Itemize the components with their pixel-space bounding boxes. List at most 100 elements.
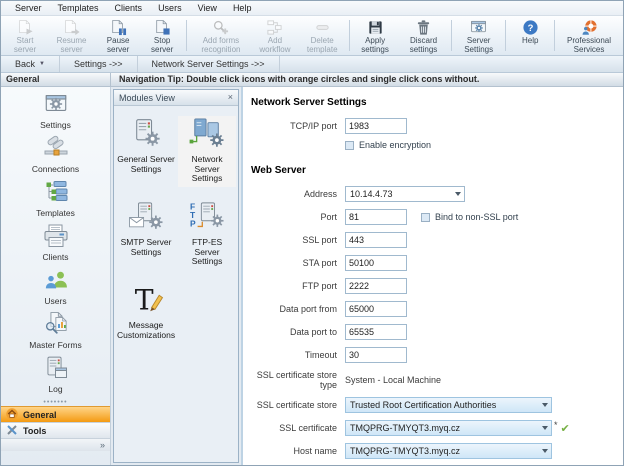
data-port-to-input[interactable] (345, 324, 407, 340)
ssl-certificate-combobox[interactable]: TMQPRG-TMYQT3.myq.cz (345, 420, 552, 436)
sidebar-splitter[interactable]: ••••••• (1, 399, 110, 406)
module-network-server-settings[interactable]: Network Server Settings (178, 116, 236, 187)
professional-services-button[interactable]: Professional Services (557, 17, 621, 54)
stop-server-button[interactable]: Stop server (140, 17, 184, 54)
module-label: Message Customizations (117, 321, 175, 341)
dropdown-arrow-icon (452, 187, 464, 201)
sidebar-item-label: Log (48, 384, 62, 394)
sidebar-item-label: Master Forms (29, 340, 81, 350)
sidebar-item-users[interactable]: Users (1, 267, 110, 311)
data-port-to-label: Data port to (251, 327, 345, 337)
host-name-value: TMQPRG-TMYQT3.myq.cz (346, 446, 539, 456)
address-row: Address 10.14.4.73 (251, 186, 623, 202)
general-server-settings-icon (127, 118, 165, 153)
sidebar-item-label: Users (44, 296, 66, 306)
help-button[interactable]: ? Help (508, 17, 552, 54)
network-server-settings-icon (188, 118, 226, 153)
bind-non-ssl-checkbox[interactable] (421, 213, 430, 222)
address-combobox[interactable]: 10.14.4.73 (345, 186, 465, 202)
sidebar-nav-general[interactable]: General (1, 406, 110, 422)
breadcrumb-settings-button[interactable]: Settings ->> (60, 56, 138, 72)
data-port-from-label: Data port from (251, 304, 345, 314)
start-server-button: Start server (3, 17, 47, 54)
toolbar-separator (349, 20, 350, 51)
module-ftp-es-server-settings[interactable]: FTP FTP-ES Server Settings (178, 199, 236, 270)
users-icon (43, 267, 69, 295)
module-general-server-settings[interactable]: General Server Settings (116, 116, 176, 187)
ftp-port-label: FTP port (251, 281, 345, 291)
add-workflow-icon (266, 19, 283, 36)
resume-server-label: Resume server (50, 36, 93, 54)
resume-server-button: Resume server (47, 17, 96, 54)
cert-store-label: SSL certificate store (251, 400, 345, 410)
sidebar-item-label: Templates (36, 208, 75, 218)
data-port-to-row: Data port to (251, 324, 623, 340)
menu-users[interactable]: Users (150, 2, 190, 14)
apply-settings-button[interactable]: Apply settings (352, 17, 398, 54)
timeout-input[interactable] (345, 347, 407, 363)
delete-template-button: Delete template (297, 17, 348, 54)
tools-icon (6, 424, 18, 438)
cert-store-combobox[interactable]: Trusted Root Certification Authorities (345, 397, 552, 413)
log-icon (43, 355, 69, 383)
cert-store-row: SSL certificate store Trusted Root Certi… (251, 397, 623, 413)
delete-template-icon (314, 19, 331, 36)
breadcrumb-back-button[interactable]: Back▼ (1, 56, 60, 72)
server-settings-button[interactable]: Server Settings (454, 17, 503, 54)
chevron-overflow-icon[interactable]: » (100, 440, 105, 450)
port-input[interactable] (345, 209, 407, 225)
sidebar-nav-tools[interactable]: Tools (1, 422, 110, 438)
ftp-port-input[interactable] (345, 278, 407, 294)
sidebar-item-templates[interactable]: Templates (1, 179, 110, 223)
settings-icon (43, 91, 69, 119)
menu-templates[interactable]: Templates (50, 2, 107, 14)
sidebar-item-clients[interactable]: Clients (1, 223, 110, 267)
settings-crumb-label: Settings ->> (74, 59, 123, 69)
discard-settings-icon (415, 19, 432, 36)
nav-general-label: General (23, 410, 57, 420)
add-forms-recognition-label: Add forms recognition (192, 36, 250, 54)
modules-tiles: General Server Settings Network Server S… (114, 106, 238, 353)
apply-settings-label: Apply settings (355, 36, 395, 54)
menu-server[interactable]: Server (7, 2, 50, 14)
stop-server-icon (154, 19, 171, 36)
resume-server-icon (63, 19, 80, 36)
dropdown-arrow-icon (539, 444, 551, 458)
add-workflow-button: Add workflow (253, 17, 297, 54)
host-name-row: Host name TMQPRG-TMYQT3.myq.cz (251, 443, 623, 459)
breadcrumb-network-server-settings-button[interactable]: Network Server Settings ->> (138, 56, 280, 72)
menubar: Server Templates Clients Users View Help (1, 1, 623, 16)
ssl-port-input[interactable] (345, 232, 407, 248)
enable-encryption-checkbox[interactable] (345, 141, 354, 150)
sidebar-item-log[interactable]: Log (1, 355, 110, 399)
modules-panel-area: Modules View × General Server Settings N… (111, 87, 241, 465)
data-port-from-input[interactable] (345, 301, 407, 317)
tcp-ip-port-input[interactable] (345, 118, 407, 134)
discard-settings-button[interactable]: Discard settings (398, 17, 449, 54)
module-message-customizations[interactable]: T Message Customizations (116, 282, 176, 343)
sidebar-item-master-forms[interactable]: Master Forms (1, 311, 110, 355)
module-smtp-server-settings[interactable]: SMTP Server Settings (116, 199, 176, 270)
module-label: SMTP Server Settings (117, 238, 175, 258)
main-area: Settings Connections Templates Clients U… (1, 87, 623, 465)
pause-server-button[interactable]: Pause server (96, 17, 140, 54)
sta-port-input[interactable] (345, 255, 407, 271)
data-port-from-row: Data port from (251, 301, 623, 317)
sidebar-item-connections[interactable]: Connections (1, 135, 110, 179)
menu-view[interactable]: View (190, 2, 225, 14)
menu-help[interactable]: Help (225, 2, 260, 14)
host-name-combobox[interactable]: TMQPRG-TMYQT3.myq.cz (345, 443, 552, 459)
navigation-tip: Navigation Tip: Double click icons with … (111, 73, 623, 87)
sidebar-item-settings[interactable]: Settings (1, 91, 110, 135)
close-icon[interactable]: × (228, 93, 233, 102)
help-label: Help (522, 36, 538, 45)
caption-row: General Navigation Tip: Double click ico… (1, 73, 623, 87)
ftp-port-row: FTP port (251, 278, 623, 294)
message-customizations-icon: T (127, 284, 165, 319)
menu-clients[interactable]: Clients (107, 2, 151, 14)
sidebar-item-label: Settings (40, 120, 71, 130)
modified-marker: * (554, 420, 558, 430)
connections-icon (43, 135, 69, 163)
module-label: FTP-ES Server Settings (179, 238, 235, 267)
general-pane-caption: General (1, 73, 111, 87)
